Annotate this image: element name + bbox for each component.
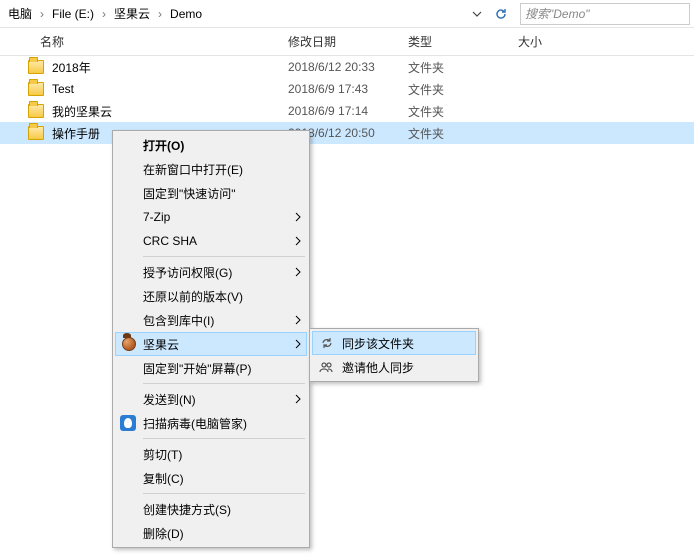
menu-open[interactable]: 打开(O) (115, 133, 307, 157)
menu-separator (143, 438, 305, 439)
nut-icon (120, 335, 138, 353)
menu-label: 包含到库中(I) (143, 312, 214, 329)
menu-label: 同步该文件夹 (342, 335, 414, 352)
file-date: 2018/6/12 20:33 (288, 60, 408, 74)
refresh-button[interactable] (492, 5, 510, 23)
file-row[interactable]: 我的坚果云 2018/6/9 17:14 文件夹 (0, 100, 694, 122)
file-row[interactable]: 2018年 2018/6/12 20:33 文件夹 (0, 56, 694, 78)
menu-label: 删除(D) (143, 525, 184, 542)
submenu-arrow-icon (295, 212, 301, 222)
menu-cut[interactable]: 剪切(T) (115, 442, 307, 466)
file-name: 操作手册 (52, 125, 100, 142)
chevron-right-icon: › (156, 7, 164, 21)
menu-copy[interactable]: 复制(C) (115, 466, 307, 490)
file-name: 我的坚果云 (52, 103, 112, 120)
menu-label: 固定到"快速访问" (143, 185, 236, 202)
file-type: 文件夹 (408, 59, 518, 76)
sync-icon (319, 335, 335, 351)
search-placeholder: 搜索"Demo" (525, 5, 590, 22)
menu-label: CRC SHA (143, 234, 197, 248)
chevron-right-icon: › (100, 7, 108, 21)
file-list: 2018年 2018/6/12 20:33 文件夹 Test 2018/6/9 … (0, 56, 694, 144)
menu-label: 固定到"开始"屏幕(P) (143, 360, 252, 377)
file-date: 2018/6/9 17:43 (288, 82, 408, 96)
menu-separator (143, 493, 305, 494)
menu-open-new-window[interactable]: 在新窗口中打开(E) (115, 157, 307, 181)
menu-crc-sha[interactable]: CRC SHA (115, 229, 307, 253)
file-type: 文件夹 (408, 81, 518, 98)
menu-restore-versions[interactable]: 还原以前的版本(V) (115, 284, 307, 308)
folder-icon (28, 126, 44, 140)
shield-icon (119, 414, 137, 432)
menu-7zip[interactable]: 7-Zip (115, 205, 307, 229)
submenu-arrow-icon (295, 394, 301, 404)
search-input[interactable]: 搜索"Demo" (520, 3, 690, 25)
menu-jianguoyun[interactable]: 坚果云 (115, 332, 307, 356)
file-name: Test (52, 82, 74, 96)
menu-label: 7-Zip (143, 210, 170, 224)
submenu-arrow-icon (295, 339, 301, 349)
menu-label: 授予访问权限(G) (143, 264, 232, 281)
context-menu: 打开(O) 在新窗口中打开(E) 固定到"快速访问" 7-Zip CRC SHA… (112, 130, 310, 548)
file-name: 2018年 (52, 59, 91, 76)
file-row[interactable]: Test 2018/6/9 17:43 文件夹 (0, 78, 694, 100)
column-header-type[interactable]: 类型 (408, 33, 518, 50)
submenu-arrow-icon (295, 315, 301, 325)
column-header-date[interactable]: 修改日期 (288, 33, 408, 50)
column-headers: 名称 修改日期 类型 大小 (0, 28, 694, 56)
menu-pin-quick-access[interactable]: 固定到"快速访问" (115, 181, 307, 205)
file-type: 文件夹 (408, 125, 518, 142)
folder-icon (28, 104, 44, 118)
people-icon (318, 359, 334, 375)
menu-label: 复制(C) (143, 470, 184, 487)
folder-icon (28, 82, 44, 96)
menu-label: 还原以前的版本(V) (143, 288, 243, 305)
breadcrumb[interactable]: 电脑 › File (E:) › 坚果云 › Demo (4, 3, 464, 24)
menu-label: 创建快捷方式(S) (143, 501, 231, 518)
submenu-arrow-icon (295, 236, 301, 246)
file-date: 2018/6/9 17:14 (288, 104, 408, 118)
address-bar: 电脑 › File (E:) › 坚果云 › Demo 搜索"Demo" (0, 0, 694, 28)
menu-grant-access[interactable]: 授予访问权限(G) (115, 260, 307, 284)
breadcrumb-item[interactable]: Demo (166, 5, 206, 23)
column-header-size[interactable]: 大小 (518, 33, 598, 50)
menu-label: 打开(O) (143, 137, 184, 154)
breadcrumb-item[interactable]: 电脑 (4, 3, 36, 24)
menu-label: 在新窗口中打开(E) (143, 161, 243, 178)
menu-create-shortcut[interactable]: 创建快捷方式(S) (115, 497, 307, 521)
column-header-name[interactable]: 名称 (0, 33, 288, 50)
menu-include-library[interactable]: 包含到库中(I) (115, 308, 307, 332)
submenu-sync-folder[interactable]: 同步该文件夹 (312, 331, 476, 355)
menu-separator (143, 256, 305, 257)
menu-label: 扫描病毒(电脑管家) (143, 415, 247, 432)
menu-send-to[interactable]: 发送到(N) (115, 387, 307, 411)
menu-label: 发送到(N) (143, 391, 196, 408)
breadcrumb-item[interactable]: File (E:) (48, 5, 98, 23)
submenu-invite-others[interactable]: 邀请他人同步 (312, 355, 476, 379)
jianguoyun-submenu: 同步该文件夹 邀请他人同步 (309, 328, 479, 382)
submenu-arrow-icon (295, 267, 301, 277)
menu-label: 坚果云 (143, 336, 179, 353)
file-type: 文件夹 (408, 103, 518, 120)
menu-separator (143, 383, 305, 384)
menu-delete[interactable]: 删除(D) (115, 521, 307, 545)
folder-icon (28, 60, 44, 74)
dropdown-history-button[interactable] (468, 5, 486, 23)
breadcrumb-item[interactable]: 坚果云 (110, 3, 154, 24)
menu-scan-virus[interactable]: 扫描病毒(电脑管家) (115, 411, 307, 435)
menu-label: 邀请他人同步 (342, 359, 414, 376)
menu-pin-start[interactable]: 固定到"开始"屏幕(P) (115, 356, 307, 380)
file-row-selected[interactable]: 操作手册 2018/6/12 20:50 文件夹 (0, 122, 694, 144)
menu-label: 剪切(T) (143, 446, 182, 463)
chevron-right-icon: › (38, 7, 46, 21)
